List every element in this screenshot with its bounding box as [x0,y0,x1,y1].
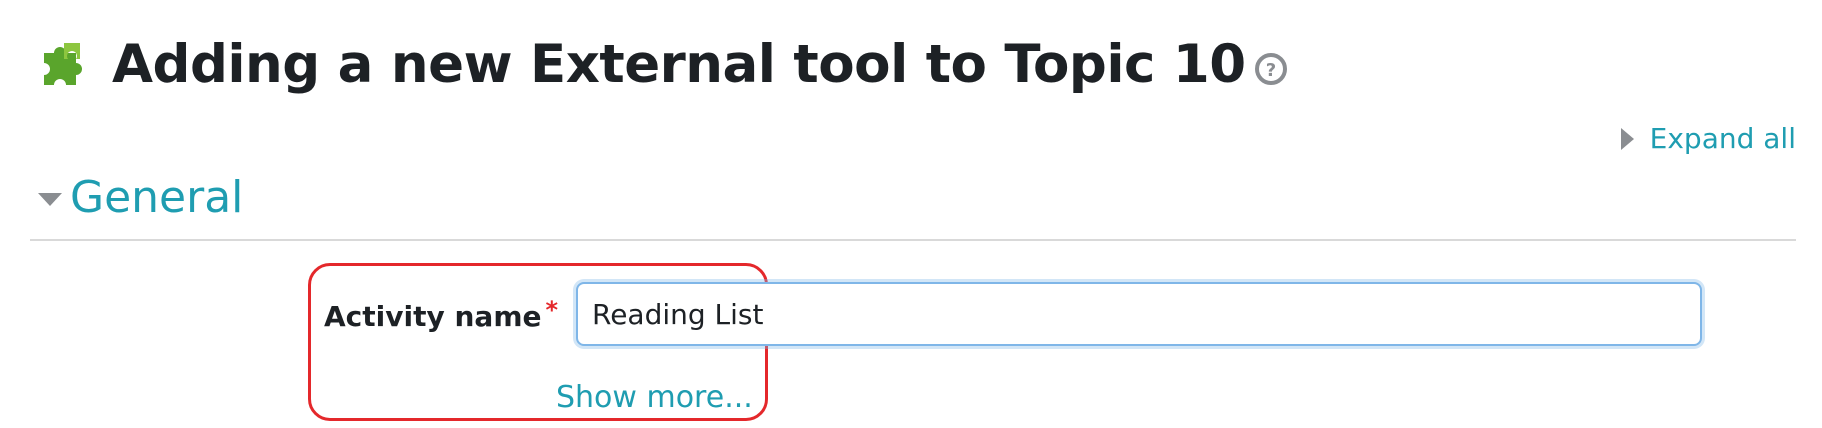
section-divider [30,239,1796,241]
page-header: Adding a new External tool to Topic 10 ? [36,24,1288,104]
required-icon: * [545,296,559,324]
section-title: General [70,172,244,223]
puzzle-piece-icon [44,43,82,85]
page-title: Adding a new External tool to Topic 10 [112,33,1246,95]
activity-name-input[interactable] [576,282,1702,346]
show-more-link[interactable]: Show more... [556,380,753,415]
activity-name-label-text: Activity name [324,300,542,333]
activity-name-label: Activity name * [324,296,558,333]
triangle-right-icon [1620,127,1634,150]
section-toggle-general[interactable]: General [38,172,243,223]
expand-all-link[interactable]: Expand all [1620,122,1796,155]
svg-text:?: ? [1265,60,1275,81]
expand-all-label: Expand all [1649,122,1796,155]
question-circle-icon[interactable]: ? [1254,52,1288,86]
triangle-down-icon [38,193,62,206]
